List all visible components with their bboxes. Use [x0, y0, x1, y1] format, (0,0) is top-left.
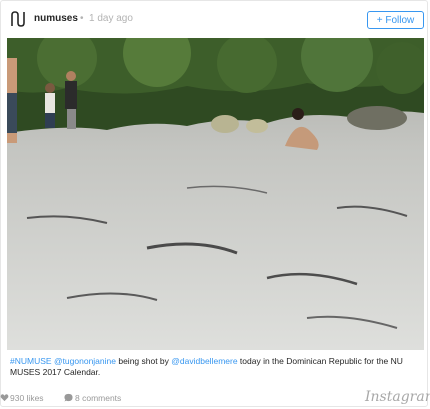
hashtag-link[interactable]: #NUMUSE — [10, 356, 52, 366]
comments-count[interactable]: 8 comments — [75, 393, 121, 403]
caption-text: being shot by — [115, 356, 172, 366]
mention-link[interactable]: @davidbellemere — [171, 356, 237, 366]
instagram-logo[interactable]: Instagram — [365, 389, 430, 405]
post-header: numuses • 1 day ago + Follow — [1, 1, 427, 37]
post-footer: 930 likes 8 comments Instagram — [0, 389, 430, 407]
username-link[interactable]: numuses — [34, 13, 78, 24]
mention-link[interactable]: @tugononjanine — [54, 356, 116, 366]
post-timestamp[interactable]: 1 day ago — [89, 13, 133, 24]
instagram-embed-card: numuses • 1 day ago + Follow #NUMUSE @tu… — [0, 0, 430, 407]
nu-logo-icon[interactable] — [10, 11, 26, 27]
separator-dot: • — [80, 13, 84, 24]
likes-count[interactable]: 930 likes — [10, 393, 44, 403]
post-caption: #NUMUSE @tugononjanine being shot by @da… — [10, 356, 420, 378]
beach-photo-image — [7, 38, 424, 350]
comment-icon — [64, 393, 73, 402]
follow-button[interactable]: + Follow — [367, 11, 424, 29]
post-photo[interactable] — [7, 38, 424, 350]
heart-icon — [0, 394, 9, 402]
